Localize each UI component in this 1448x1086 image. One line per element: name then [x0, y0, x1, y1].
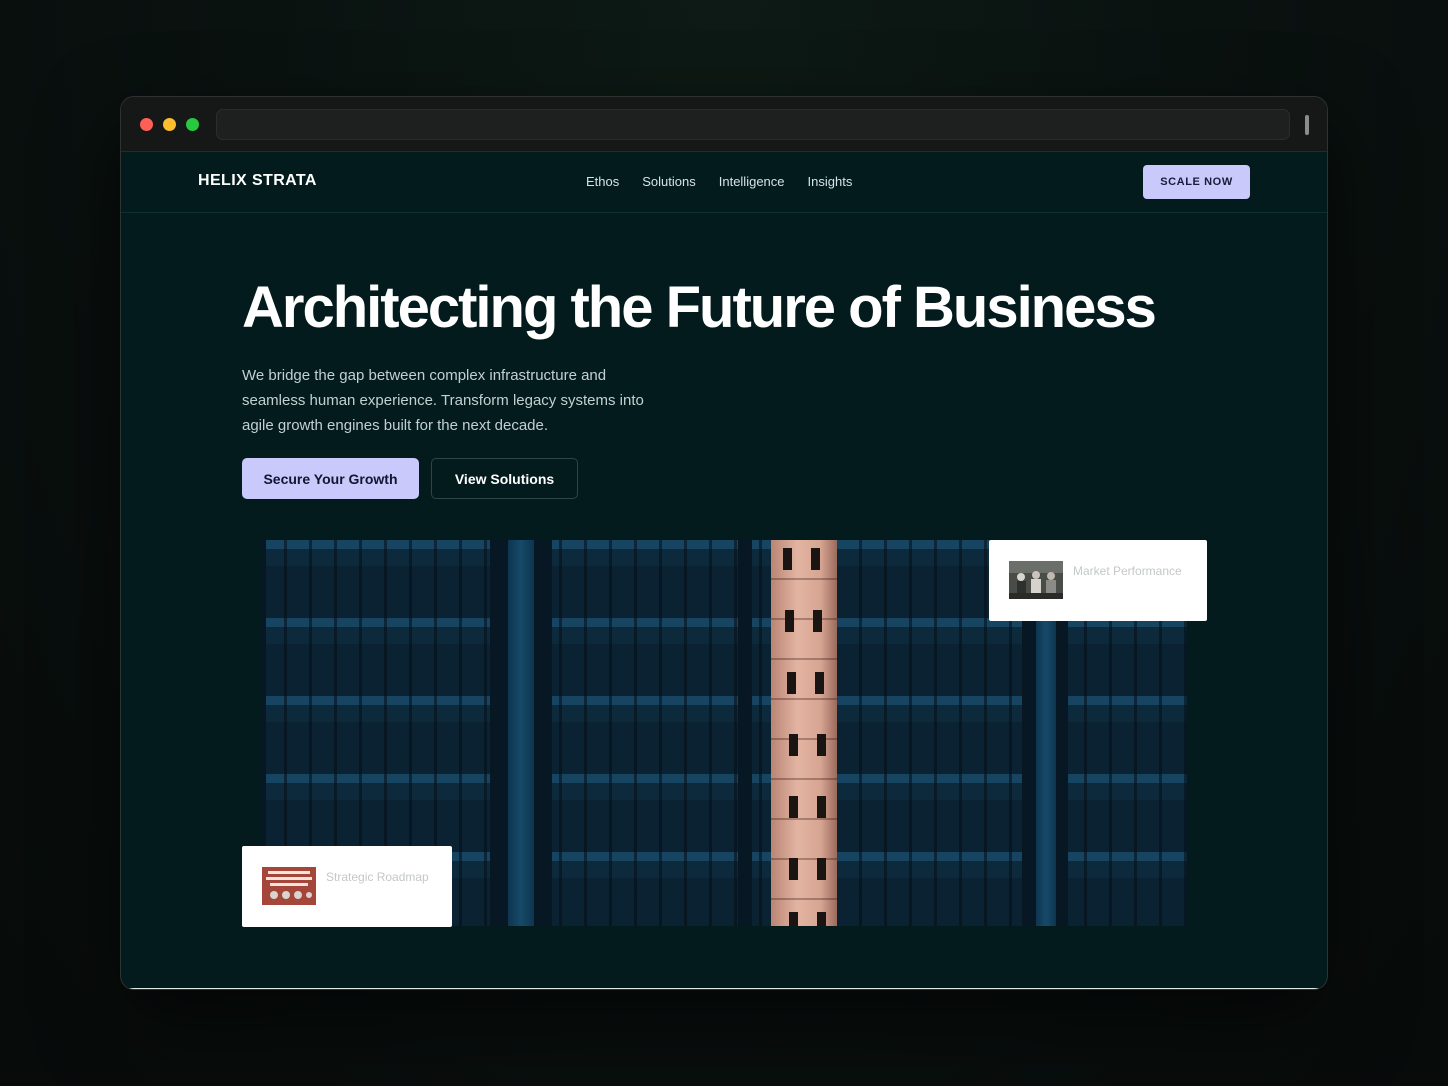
market-performance-label: Market Performance: [1073, 564, 1182, 578]
minimize-window-icon[interactable]: [163, 118, 176, 131]
top-navigation: HELIX STRATA Ethos Solutions Intelligenc…: [121, 152, 1327, 213]
view-solutions-button[interactable]: View Solutions: [431, 458, 578, 499]
market-thumbnail: [1009, 561, 1063, 599]
roadmap-thumbnail: [262, 867, 316, 905]
brick-tower: [771, 540, 837, 926]
nav-links: Ethos Solutions Intelligence Insights: [586, 174, 852, 189]
nav-link-intelligence[interactable]: Intelligence: [719, 174, 785, 189]
strategic-roadmap-label: Strategic Roadmap: [326, 870, 429, 884]
nav-link-solutions[interactable]: Solutions: [642, 174, 695, 189]
scale-now-button[interactable]: SCALE NOW: [1143, 165, 1250, 199]
hero-description: We bridge the gap between complex infras…: [242, 367, 644, 434]
close-window-icon[interactable]: [140, 118, 153, 131]
market-performance-card[interactable]: Market Performance: [989, 540, 1207, 621]
scrollbar-handle[interactable]: [1305, 115, 1309, 135]
browser-window: HELIX STRATA Ethos Solutions Intelligenc…: [120, 96, 1328, 990]
nav-link-insights[interactable]: Insights: [808, 174, 853, 189]
strategic-roadmap-card[interactable]: Strategic Roadmap: [242, 846, 452, 927]
address-bar[interactable]: [216, 109, 1290, 140]
hero-title: Architecting the Future of Business: [242, 275, 1157, 340]
page-bottom-divider: [121, 988, 1327, 989]
browser-chrome: [121, 97, 1327, 152]
maximize-window-icon[interactable]: [186, 118, 199, 131]
nav-link-ethos[interactable]: Ethos: [586, 174, 619, 189]
page-viewport: HELIX STRATA Ethos Solutions Intelligenc…: [121, 152, 1327, 989]
site-logo[interactable]: HELIX STRATA: [198, 172, 317, 190]
secure-growth-button[interactable]: Secure Your Growth: [242, 458, 419, 499]
